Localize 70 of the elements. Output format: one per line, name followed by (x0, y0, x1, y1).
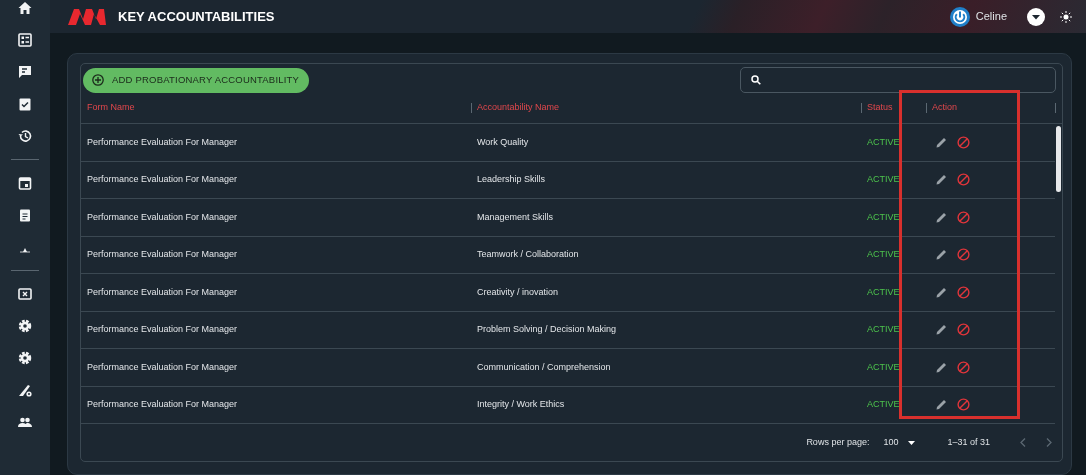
close-box-icon[interactable] (17, 286, 33, 302)
list-icon[interactable] (17, 32, 33, 48)
user-name: Celine (975, 9, 1007, 25)
table-cell-text: Leadership Skills (477, 173, 546, 186)
status-text: ACTIVE (867, 398, 900, 411)
block-icon[interactable] (957, 360, 970, 374)
status-text: ACTIVE (867, 210, 900, 224)
status-text: ACTIVE (867, 323, 900, 336)
column-header: Status (867, 101, 893, 115)
history-icon[interactable] (17, 128, 33, 144)
edit-icon[interactable] (936, 136, 947, 148)
table-cell-text: Integrity / Work Ethics (477, 398, 565, 411)
caret-icon (908, 440, 916, 445)
edit-icon[interactable] (936, 324, 947, 336)
table-cell-text: Performance Evaluation For Manager (87, 248, 238, 261)
rows-per-page-label: Rows per page: (806, 435, 870, 449)
block-icon[interactable] (957, 135, 970, 149)
home-icon[interactable] (17, 0, 33, 16)
table-cell: Performance Evaluation For Manager (87, 360, 238, 374)
status-text: ACTIVE (867, 135, 900, 149)
edit-icon[interactable] (936, 174, 947, 186)
settings-icon[interactable] (17, 350, 33, 366)
calendar-icon[interactable] (17, 175, 33, 191)
table-cell: Performance Evaluation For Manager (87, 285, 238, 299)
edit-icon[interactable] (936, 399, 947, 411)
status-text: ACTIVE (867, 173, 900, 186)
column-header: Accountability Name (477, 101, 560, 115)
table-cell: Work Quality (477, 135, 529, 149)
pen-gear-icon[interactable] (17, 382, 33, 398)
page-title: KEY ACCOUNTABILITIES (118, 7, 275, 26)
table-cell: Performance Evaluation For Manager (87, 135, 238, 149)
column-header: Action (932, 101, 957, 115)
block-icon[interactable] (957, 210, 970, 224)
status-text: ACTIVE (867, 285, 900, 299)
table-cell-text: Performance Evaluation For Manager (87, 398, 238, 411)
block-icon[interactable] (957, 398, 970, 412)
add-accountability-button[interactable]: ADD PROBATIONARY ACCOUNTABILITY (83, 67, 310, 93)
edit-icon[interactable] (936, 361, 947, 373)
feedback-icon[interactable] (17, 64, 33, 80)
rows-per-page-select[interactable]: 100 (883, 435, 916, 450)
sun-icon[interactable] (1060, 10, 1072, 23)
table-cell: Performance Evaluation For Manager (87, 210, 238, 224)
block-icon[interactable] (957, 173, 970, 187)
table-cell-text: Performance Evaluation For Manager (87, 323, 238, 336)
table-cell-text: Problem Solving / Decision Making (477, 323, 617, 336)
plus-circle-icon (92, 74, 104, 86)
status-text: ACTIVE (867, 360, 900, 374)
table-cell: Communication / Comprehension (477, 360, 611, 374)
table-cell: Management Skills (477, 210, 554, 224)
logo (66, 8, 106, 25)
status-text: ACTIVE (867, 248, 900, 261)
table-cell-text: Teamwork / Collaboration (477, 248, 579, 261)
power-icon[interactable] (949, 6, 970, 27)
clipboard-icon[interactable] (17, 207, 33, 223)
column-header: Form Name (87, 101, 135, 115)
dropdown-icon[interactable] (1027, 7, 1045, 26)
edit-icon[interactable] (936, 249, 947, 261)
block-icon[interactable] (957, 248, 970, 262)
search-icon (751, 75, 761, 85)
edit-icon[interactable] (936, 286, 947, 298)
scrollbar-thumb (1056, 126, 1061, 192)
table-cell: Creativity / inovation (477, 285, 559, 299)
edit-icon[interactable] (936, 211, 947, 223)
settings-icon[interactable] (17, 318, 33, 334)
search-field[interactable] (740, 67, 1056, 93)
block-icon[interactable] (957, 285, 970, 299)
block-icon[interactable] (957, 323, 970, 337)
table-cell-text: Performance Evaluation For Manager (87, 173, 238, 186)
page-range: 1–31 of 31 (947, 435, 990, 449)
clipboard-check-icon[interactable] (17, 96, 33, 112)
